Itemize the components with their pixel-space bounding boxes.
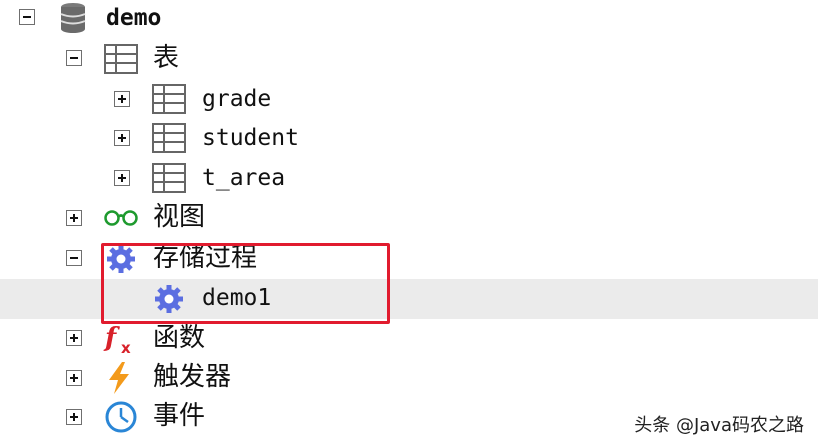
tree-node-label: 事件 [153,401,206,431]
tree-node-label: student [202,125,299,151]
table-icon [152,84,186,114]
expand-toggle[interactable] [66,330,82,346]
expand-toggle[interactable] [114,91,130,107]
clock-icon [105,401,137,433]
highlight-box [101,243,390,324]
tree-node-triggers[interactable]: 触发器 [0,359,818,399]
expand-toggle[interactable] [66,210,82,226]
database-icon [60,3,86,33]
expand-toggle[interactable] [66,370,82,386]
svg-text:x: x [121,339,131,356]
tree-node-label: 视图 [153,202,206,232]
tree-node-label: t_area [202,165,286,191]
table-icon [152,163,186,193]
collapse-toggle[interactable] [66,250,82,266]
tree-node-label: 函数 [153,323,206,353]
svg-text:f: f [103,323,120,353]
collapse-toggle[interactable] [19,9,35,25]
tree-node-label: demo [106,5,162,31]
watermark: 头条 @Java码农之路 [634,415,804,436]
tree-node-database[interactable]: demo [0,0,818,40]
tree-node-functions[interactable]: f x 函数 [0,320,818,360]
tree-node-table-grade[interactable]: grade [0,80,818,120]
tree-node-label: 触发器 [153,362,232,392]
tree-node-label: 表 [153,43,180,73]
tree-node-table-t-area[interactable]: t_area [0,160,818,200]
collapse-toggle[interactable] [66,50,82,66]
table-icon [104,44,138,74]
tree-node-label: grade [202,86,272,112]
lightning-icon [109,362,129,394]
expand-toggle[interactable] [66,409,82,425]
table-icon [152,123,186,153]
glasses-icon [104,210,138,226]
tree-node-views[interactable]: 视图 [0,200,818,240]
function-icon: f x [103,323,131,356]
tree-node-table-student[interactable]: student [0,120,818,160]
expand-toggle[interactable] [114,130,130,146]
tree-node-tables[interactable]: 表 [0,40,818,80]
expand-toggle[interactable] [114,170,130,186]
